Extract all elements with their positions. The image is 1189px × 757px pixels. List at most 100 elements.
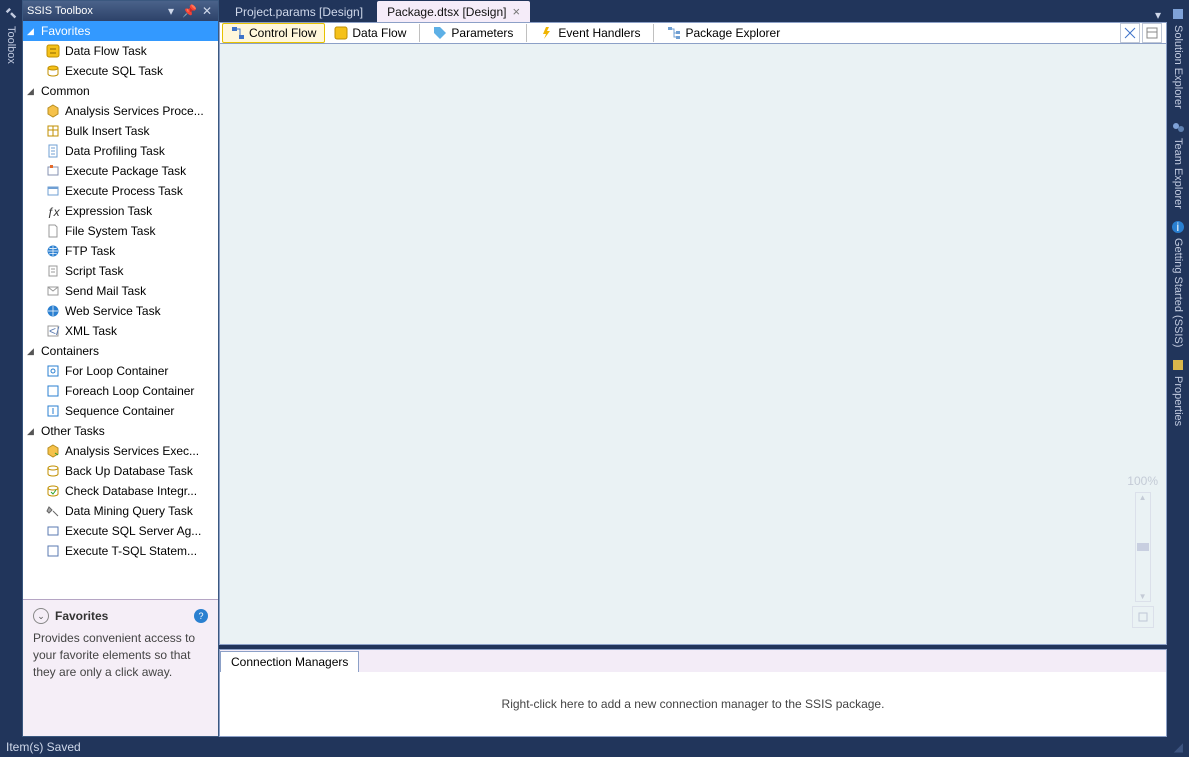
- task-item[interactable]: Script Task: [23, 261, 218, 281]
- agent-icon: [45, 523, 61, 539]
- task-item[interactable]: Bulk Insert Task: [23, 121, 218, 141]
- help-icon[interactable]: ?: [194, 609, 208, 623]
- doc-tab-project-params[interactable]: Project.params [Design]: [225, 1, 373, 22]
- separator: [653, 24, 654, 42]
- editor-area: Project.params [Design] Package.dtsx [De…: [219, 0, 1167, 737]
- task-item[interactable]: Execute SQL Server Ag...: [23, 521, 218, 541]
- task-item[interactable]: Data Flow Task: [23, 41, 218, 61]
- tab-control-flow[interactable]: Control Flow: [222, 23, 325, 43]
- resize-grip-icon[interactable]: ◢: [1174, 740, 1183, 754]
- task-item[interactable]: Analysis Services Proce...: [23, 101, 218, 121]
- cube-play-icon: [45, 443, 61, 459]
- properties-tab[interactable]: Properties: [1170, 357, 1186, 432]
- task-item[interactable]: Back Up Database Task: [23, 461, 218, 481]
- tsql-icon: [45, 543, 61, 559]
- task-item[interactable]: Check Database Integr...: [23, 481, 218, 501]
- bolt-icon: [540, 26, 554, 40]
- loop-icon: [45, 363, 61, 379]
- svg-text:i: i: [1177, 220, 1180, 234]
- package-icon: [45, 163, 61, 179]
- scroll-icon: [45, 263, 61, 279]
- doc-tab-package[interactable]: Package.dtsx [Design]×: [377, 1, 530, 22]
- toolbox-title: SSIS Toolbox: [27, 5, 160, 17]
- sequence-icon: [45, 403, 61, 419]
- toolbox-title-bar[interactable]: SSIS Toolbox ▾ 📌 ✕: [23, 1, 218, 21]
- task-item[interactable]: Sequence Container: [23, 401, 218, 421]
- task-item[interactable]: Execute SQL Task: [23, 61, 218, 81]
- connection-managers-tab[interactable]: Connection Managers: [220, 651, 359, 672]
- task-item[interactable]: Web Service Task: [23, 301, 218, 321]
- team-icon: [1170, 119, 1186, 135]
- globe-icon: [45, 243, 61, 259]
- task-item[interactable]: For Loop Container: [23, 361, 218, 381]
- category-containers[interactable]: ◢Containers: [23, 341, 218, 361]
- task-item[interactable]: Data Mining Query Task: [23, 501, 218, 521]
- mail-icon: [45, 283, 61, 299]
- team-explorer-tab[interactable]: Team Explorer: [1170, 119, 1186, 215]
- svg-text:ƒx: ƒx: [47, 205, 60, 218]
- tree-icon: [667, 26, 681, 40]
- getting-started-tab[interactable]: iGetting Started (SSIS): [1170, 219, 1186, 353]
- separator: [419, 24, 420, 42]
- cube-icon: [45, 103, 61, 119]
- chevron-down-icon[interactable]: ⌄: [33, 608, 49, 624]
- dropdown-icon[interactable]: ▾: [164, 4, 178, 18]
- zoom-slider[interactable]: ▲▼: [1135, 492, 1151, 602]
- svg-text:</>: </>: [49, 324, 60, 338]
- tab-package-explorer[interactable]: Package Explorer: [658, 23, 789, 43]
- wrench-icon: [1170, 357, 1186, 373]
- left-dock-label[interactable]: Toolbox: [5, 26, 17, 64]
- window-icon: [45, 183, 61, 199]
- zoom-control: 100% ▲▼: [1127, 474, 1158, 628]
- ssis-toolbox-panel: SSIS Toolbox ▾ 📌 ✕ ◢Favorites Data Flow …: [22, 0, 219, 737]
- toolbox-info-panel: ⌄ Favorites ? Provides convenient access…: [23, 599, 218, 736]
- tab-data-flow[interactable]: Data Flow: [325, 23, 415, 43]
- tab-event-handlers[interactable]: Event Handlers: [531, 23, 649, 43]
- task-item[interactable]: </>XML Task: [23, 321, 218, 341]
- task-item[interactable]: Analysis Services Exec...: [23, 441, 218, 461]
- task-item[interactable]: Execute Package Task: [23, 161, 218, 181]
- flow-icon: [231, 26, 245, 40]
- globe-icon: [45, 303, 61, 319]
- loop-icon: [45, 383, 61, 399]
- close-icon[interactable]: ✕: [200, 4, 214, 18]
- toolbox-tree: ◢Favorites Data Flow Task Execute SQL Ta…: [23, 21, 218, 599]
- tab-overflow-icon[interactable]: ▾: [1155, 8, 1161, 22]
- task-item[interactable]: Foreach Loop Container: [23, 381, 218, 401]
- info-icon: i: [1170, 219, 1186, 235]
- task-item[interactable]: File System Task: [23, 221, 218, 241]
- file-icon: [45, 223, 61, 239]
- connection-managers-panel: Connection Managers Right-click here to …: [219, 649, 1167, 737]
- table-icon: [45, 123, 61, 139]
- task-item[interactable]: Execute T-SQL Statem...: [23, 541, 218, 561]
- solution-icon: [1170, 6, 1186, 22]
- task-item[interactable]: Data Profiling Task: [23, 141, 218, 161]
- task-item[interactable]: FTP Task: [23, 241, 218, 261]
- toolbox-toggle-button[interactable]: [1142, 23, 1162, 43]
- category-other[interactable]: ◢Other Tasks: [23, 421, 218, 441]
- document-tabs: Project.params [Design] Package.dtsx [De…: [219, 0, 1167, 22]
- control-flow-canvas[interactable]: 100% ▲▼: [219, 44, 1167, 645]
- variables-button[interactable]: [1120, 23, 1140, 43]
- toolbox-icon[interactable]: [3, 6, 19, 22]
- solution-explorer-tab[interactable]: Solution Explorer: [1170, 6, 1186, 115]
- status-bar: Item(s) Saved ◢: [0, 737, 1189, 757]
- info-description: Provides convenient access to your favor…: [33, 630, 208, 680]
- status-message: Item(s) Saved: [6, 740, 81, 754]
- close-icon[interactable]: ×: [512, 4, 520, 19]
- connection-managers-area[interactable]: Right-click here to add a new connection…: [220, 672, 1166, 736]
- task-item[interactable]: Execute Process Task: [23, 181, 218, 201]
- dataflow-icon: [45, 43, 61, 59]
- pin-icon[interactable]: 📌: [182, 4, 196, 18]
- right-dock-strip: Solution Explorer Team Explorer iGetting…: [1167, 0, 1189, 737]
- task-item[interactable]: Send Mail Task: [23, 281, 218, 301]
- info-title: Favorites: [55, 609, 188, 623]
- task-item[interactable]: ƒxExpression Task: [23, 201, 218, 221]
- dataflow-icon: [334, 26, 348, 40]
- tab-parameters[interactable]: Parameters: [424, 23, 522, 43]
- category-common[interactable]: ◢Common: [23, 81, 218, 101]
- fit-view-button[interactable]: [1132, 606, 1154, 628]
- tag-icon: [433, 26, 447, 40]
- db-check-icon: [45, 483, 61, 499]
- category-favorites[interactable]: ◢Favorites: [23, 21, 218, 41]
